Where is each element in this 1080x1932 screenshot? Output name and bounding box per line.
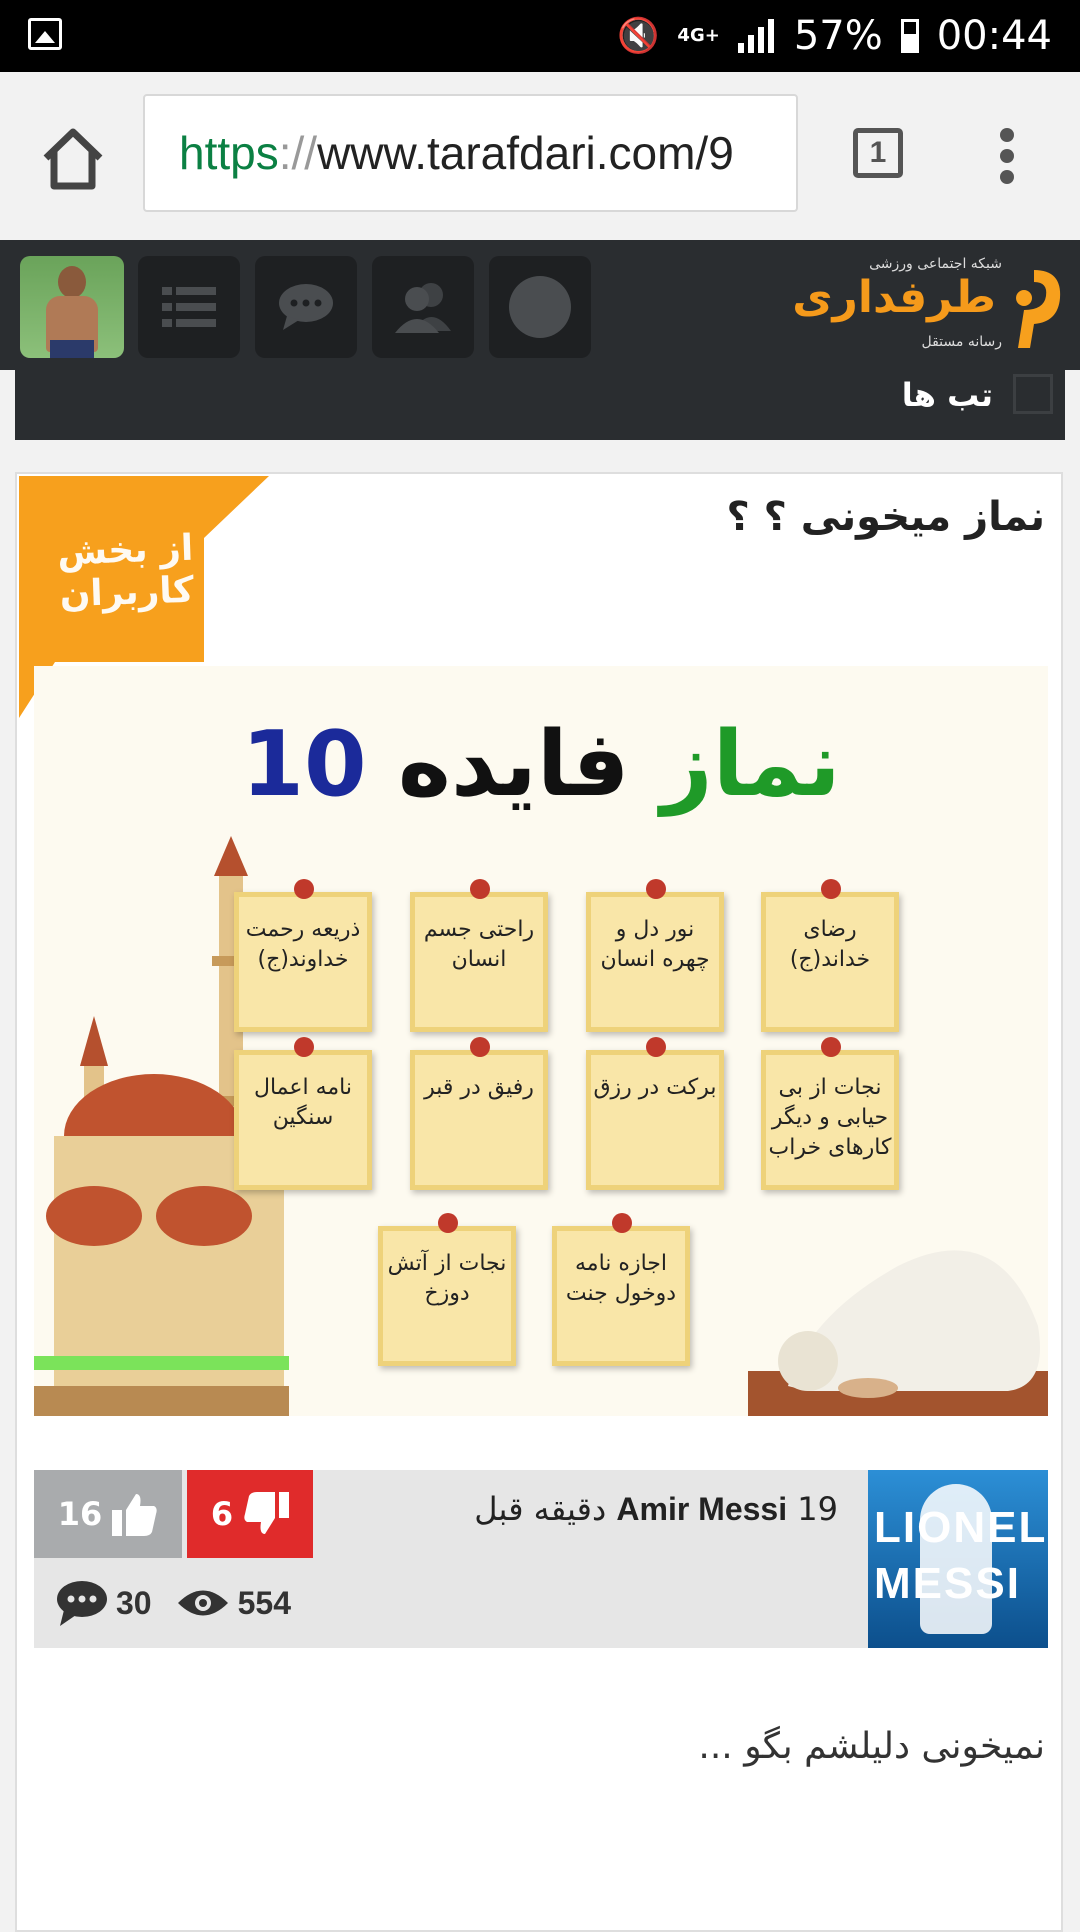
benefit-note: راحتی جسم انسان <box>410 879 548 1032</box>
battery-percent: 57% <box>793 13 883 59</box>
notifications-button[interactable] <box>489 256 591 358</box>
edit-icon[interactable] <box>1013 374 1053 414</box>
benefit-note-text: راحتی جسم انسان <box>423 917 535 972</box>
author-avatar[interactable]: LIONEL MESSI <box>868 1470 1048 1648</box>
gallery-notification-icon <box>28 18 62 50</box>
pin-icon <box>821 1037 841 1057</box>
like-button[interactable]: 16 <box>34 1470 182 1558</box>
view-count: 554 <box>237 1584 291 1621</box>
post-image[interactable]: نماز فایده 10 رضای خداند(ج) نور دل و چهره… <box>34 666 1048 1416</box>
benefit-note-text: نجات از بی حیابی و دیگر کارهای خراب <box>768 1075 892 1160</box>
pin-icon <box>646 879 666 899</box>
dislike-count: 6 <box>210 1495 234 1533</box>
friends-icon <box>395 283 451 333</box>
benefit-note-text: اجازه نامه دوخول جنت <box>565 1251 677 1306</box>
url-scheme: https <box>179 127 279 179</box>
signal-icon <box>737 19 776 53</box>
pin-icon <box>470 879 490 899</box>
ribbon-label: از بخش کاربران <box>56 527 195 616</box>
benefit-note-text: رضای خداند(ج) <box>789 917 871 972</box>
user-avatar[interactable] <box>20 256 124 358</box>
clock: 00:44 <box>936 13 1052 59</box>
menu-list-button[interactable] <box>138 256 240 358</box>
headline-black: فایده <box>397 712 630 817</box>
network-type: 4G+ <box>677 25 720 46</box>
post-excerpt: نمیخونی دلیلشم بگو ... <box>698 1726 1045 1767</box>
post-stats: 30 554 <box>56 1580 315 1626</box>
circle-icon <box>509 276 571 338</box>
author-avatar-text: LIONEL MESSI <box>874 1503 1047 1608</box>
logo-mark-icon <box>1016 270 1061 348</box>
url-host: www.tarafdari.com/9 <box>317 127 734 179</box>
headline-blue: 10 <box>241 712 367 817</box>
like-count: 16 <box>57 1495 103 1533</box>
mute-icon: 🔇 <box>617 16 660 56</box>
dislike-button[interactable]: 6 <box>187 1470 313 1558</box>
url-bar[interactable]: https://www.tarafdari.com/9 <box>143 94 798 212</box>
pin-icon <box>646 1037 666 1057</box>
image-headline: نماز فایده 10 <box>34 712 1048 817</box>
site-header: شبکه اجتماعی ورزشی طرفداری رسانه مستقل <box>0 240 1080 370</box>
benefit-note-text: نجات از آتش دوزخ <box>387 1251 507 1306</box>
benefit-note: برکت در رزق <box>586 1037 724 1190</box>
site-logo[interactable]: شبکه اجتماعی ورزشی طرفداری رسانه مستقل <box>792 254 1066 358</box>
author-line: Amir Messi 19 دقیقه قبل <box>474 1490 838 1528</box>
benefit-note-text: برکت در رزق <box>593 1075 717 1100</box>
benefit-note: نجات از بی حیابی و دیگر کارهای خراب <box>761 1037 899 1190</box>
benefit-note: نور دل و چهره انسان <box>586 879 724 1032</box>
author-name[interactable]: Amir Messi <box>616 1491 787 1527</box>
benefit-note-text: ذریعه رحمت خداوند(ج) <box>245 917 361 972</box>
benefit-note: نجات از آتش دوزخ <box>378 1213 516 1366</box>
friends-button[interactable] <box>372 256 474 358</box>
pin-icon <box>470 1037 490 1057</box>
post-title[interactable]: نماز میخونی ؟ ؟ <box>726 494 1045 540</box>
list-icon <box>162 287 216 327</box>
comment-count: 30 <box>116 1584 152 1621</box>
benefit-note: نامه اعمال سنگین <box>234 1037 372 1190</box>
benefit-note-text: رفیق در قبر <box>424 1075 534 1100</box>
logo-tagline-top: شبکه اجتماعی ورزشی <box>869 256 1002 272</box>
benefit-note: رضای خداند(ج) <box>761 879 899 1032</box>
status-bar: 🔇 4G+ 57% 00:44 <box>0 0 1080 72</box>
benefit-note: اجازه نامه دوخول جنت <box>552 1213 690 1366</box>
pin-icon <box>612 1213 632 1233</box>
praying-man-illustration <box>748 1250 1048 1416</box>
comment-icon <box>57 1581 107 1626</box>
chat-icon <box>279 284 333 330</box>
headline-green: نماز <box>660 712 841 817</box>
logo-tagline-bottom: رسانه مستقل <box>921 334 1002 350</box>
tab-switcher-button[interactable]: 1 <box>853 128 903 178</box>
logo-name: طرفداری <box>792 272 996 323</box>
benefit-note: ذریعه رحمت خداوند(ج) <box>234 879 372 1032</box>
home-icon[interactable] <box>38 124 108 194</box>
eye-icon <box>177 1590 228 1616</box>
messages-button[interactable] <box>255 256 357 358</box>
pin-icon <box>294 879 314 899</box>
benefit-note-text: نامه اعمال سنگین <box>253 1075 353 1130</box>
benefit-note-text: نور دل و چهره انسان <box>600 917 710 972</box>
post-card: از بخش کاربران نماز میخونی ؟ ؟ نماز فاید… <box>15 472 1063 1932</box>
thumbs-down-icon <box>244 1492 290 1534</box>
pin-icon <box>294 1037 314 1057</box>
benefit-note: رفیق در قبر <box>410 1037 548 1190</box>
post-meta-bar: LIONEL MESSI Amir Messi 19 دقیقه قبل 16 … <box>34 1470 1048 1648</box>
pin-icon <box>821 879 841 899</box>
pin-icon <box>438 1213 458 1233</box>
battery-icon <box>900 19 919 53</box>
browser-toolbar: https://www.tarafdari.com/9 1 <box>0 72 1080 241</box>
tabs-label: تب ها <box>901 376 993 414</box>
url-separator: :// <box>278 127 318 179</box>
overflow-menu-icon[interactable] <box>1000 128 1016 184</box>
tabs-bar[interactable]: تب ها <box>15 370 1065 440</box>
thumbs-up-icon <box>112 1494 157 1536</box>
